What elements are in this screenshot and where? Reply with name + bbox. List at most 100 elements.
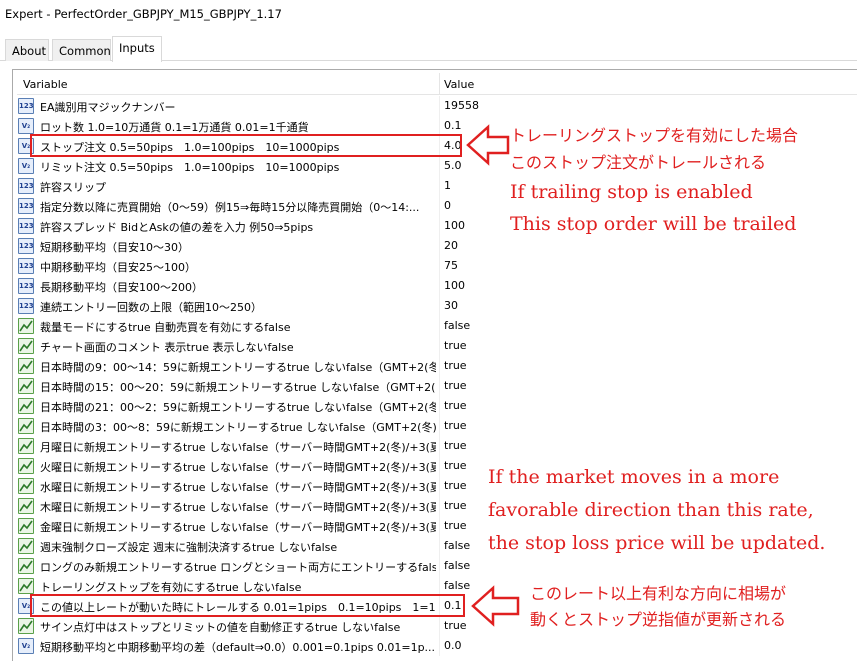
boolean-type-icon xyxy=(18,618,34,634)
variable-value[interactable]: true xyxy=(444,439,467,452)
tab-inputs[interactable]: Inputs xyxy=(112,36,162,62)
boolean-type-icon xyxy=(18,498,34,514)
annotation-text: If trailing stop is enabled xyxy=(510,181,753,203)
variable-name: 火曜日に新規エントリーするtrue しないfalse（サーバー時間GMT+2(冬… xyxy=(40,461,436,474)
highlight-box-stop-order xyxy=(30,134,462,157)
variable-value[interactable]: true xyxy=(444,359,467,372)
variable-value[interactable]: 75 xyxy=(444,259,458,272)
boolean-type-icon xyxy=(18,558,34,574)
annotation-text: 動くとストップ逆指値が更新される xyxy=(530,610,787,629)
boolean-type-icon xyxy=(18,318,34,334)
variable-value[interactable]: true xyxy=(444,499,467,512)
table-header: Variable Value xyxy=(17,73,857,95)
integer-type-icon: 123 xyxy=(18,238,34,254)
variable-value[interactable]: true xyxy=(444,459,467,472)
variable-name: 許容スリップ xyxy=(40,181,106,194)
integer-type-icon: 123 xyxy=(18,178,34,194)
variable-name: ロット数 1.0=10万通貨 0.1=1万通貨 0.01=1千通貨 xyxy=(40,121,309,134)
table-row[interactable]: 123 連続エントリー回数の上限（範囲10〜250） 30 xyxy=(17,296,857,316)
integer-type-icon: 123 xyxy=(18,198,34,214)
table-row[interactable]: 裁量モードにするtrue 自動売買を有効にするfalse false xyxy=(17,316,857,336)
variable-value[interactable]: 100 xyxy=(444,279,465,292)
variable-name: 裁量モードにするtrue 自動売買を有効にするfalse xyxy=(40,321,291,334)
variable-value[interactable]: 0 xyxy=(444,199,451,212)
column-header-value[interactable]: Value xyxy=(444,78,474,91)
variable-value[interactable]: 19558 xyxy=(444,99,479,112)
variable-value[interactable]: false xyxy=(444,579,470,592)
variable-value[interactable]: 0.0 xyxy=(444,639,462,652)
variable-value[interactable]: true xyxy=(444,619,467,632)
integer-type-icon: 123 xyxy=(18,298,34,314)
highlight-box-trail-threshold xyxy=(30,594,465,617)
variable-name: 日本時間の21：00〜2：59に新規エントリーするtrue しないfalse（G… xyxy=(40,401,436,414)
column-header-variable[interactable]: Variable xyxy=(23,78,68,91)
double-type-icon: V₂ xyxy=(18,118,34,134)
table-row[interactable]: 123 短期移動平均（目安10〜30） 20 xyxy=(17,236,857,256)
table-row[interactable]: 日本時間の9：00〜14：59に新規エントリーするtrue しないfalse（G… xyxy=(17,356,857,376)
boolean-type-icon xyxy=(18,378,34,394)
variable-value[interactable]: true xyxy=(444,519,467,532)
integer-type-icon: 123 xyxy=(18,278,34,294)
variable-name: リミット注文 0.5=50pips 1.0=100pips 10=1000pip… xyxy=(40,161,340,174)
variable-value[interactable]: 1 xyxy=(444,179,451,192)
annotation-text: このレート以上有利な方向に相場が xyxy=(530,584,787,603)
table-row[interactable]: ロングのみ新規エントリーするtrue ロングとショート両方にエントリーするfal… xyxy=(17,556,857,576)
annotation-text: This stop order will be trailed xyxy=(510,213,797,235)
table-row[interactable]: 123 長期移動平均（目安100〜200） 100 xyxy=(17,276,857,296)
boolean-type-icon xyxy=(18,458,34,474)
table-row[interactable]: 月曜日に新規エントリーするtrue しないfalse（サーバー時間GMT+2(冬… xyxy=(17,436,857,456)
variable-name: 連続エントリー回数の上限（範囲10〜250） xyxy=(40,301,262,314)
variable-value[interactable]: false xyxy=(444,559,470,572)
variable-value[interactable]: 20 xyxy=(444,239,458,252)
variable-name: トレーリングストップを有効にするtrue しないfalse xyxy=(40,581,302,594)
variable-name: 短期移動平均と中期移動平均の差（default⇒0.0）0.001=0.1pip… xyxy=(40,641,436,654)
table-row[interactable]: 123 EA識別用マジックナンバー 19558 xyxy=(17,96,857,116)
variable-value[interactable]: true xyxy=(444,339,467,352)
table-row[interactable]: V₂ 短期移動平均と中期移動平均の差（default⇒0.0）0.001=0.1p… xyxy=(17,636,857,656)
table-row[interactable]: 日本時間の3：00〜8：59に新規エントリーするtrue しないfalse（GM… xyxy=(17,416,857,436)
tab-bar: About Common Inputs xyxy=(0,36,857,62)
boolean-type-icon xyxy=(18,478,34,494)
variable-name: 短期移動平均（目安10〜30） xyxy=(40,241,189,254)
annotation-text: the stop loss price will be updated. xyxy=(488,532,826,554)
variable-name: 日本時間の3：00〜8：59に新規エントリーするtrue しないfalse（GM… xyxy=(40,421,436,434)
variable-value[interactable]: 30 xyxy=(444,299,458,312)
variable-name: 長期移動平均（目安100〜200） xyxy=(40,281,203,294)
arrow-left-icon xyxy=(466,124,510,166)
variable-name: EA識別用マジックナンバー xyxy=(40,101,176,114)
boolean-type-icon xyxy=(18,438,34,454)
integer-type-icon: 123 xyxy=(18,98,34,114)
variable-value[interactable]: false xyxy=(444,539,470,552)
variable-name: 許容スプレッド BidとAskの値の差を入力 例50⇒5pips xyxy=(40,221,314,234)
tab-common[interactable]: Common xyxy=(52,39,111,61)
table-row[interactable]: 123 中期移動平均（目安25〜100） 75 xyxy=(17,256,857,276)
variable-value[interactable]: 0.1 xyxy=(444,119,462,132)
variable-name: 金曜日に新規エントリーするtrue しないfalse（サーバー時間GMT+2(冬… xyxy=(40,521,436,534)
table-row[interactable]: チャート画面のコメント 表示true 表示しないfalse true xyxy=(17,336,857,356)
double-type-icon: V₂ xyxy=(18,158,34,174)
double-type-icon: V₂ xyxy=(18,638,34,654)
variable-value[interactable]: 5.0 xyxy=(444,159,462,172)
tab-about[interactable]: About xyxy=(5,39,49,61)
variable-value[interactable]: false xyxy=(444,319,470,332)
variable-value[interactable]: true xyxy=(444,379,467,392)
variable-value[interactable]: 100 xyxy=(444,219,465,232)
boolean-type-icon xyxy=(18,398,34,414)
variable-value[interactable]: true xyxy=(444,419,467,432)
variable-name: 指定分数以降に売買開始（0〜59）例15⇒毎時15分以降売買開始（0〜14:..… xyxy=(40,201,420,214)
window-titlebar: Expert - PerfectOrder_GBPJPY_M15_GBPJPY_… xyxy=(0,0,857,30)
boolean-type-icon xyxy=(18,358,34,374)
variable-value[interactable]: true xyxy=(444,399,467,412)
table-row[interactable]: 日本時間の21：00〜2：59に新規エントリーするtrue しないfalse（G… xyxy=(17,396,857,416)
annotation-text: If the market moves in a more xyxy=(488,466,780,488)
variable-name: 週末強制クローズ設定 週末に強制決済するtrue しないfalse xyxy=(40,541,338,554)
boolean-type-icon xyxy=(18,518,34,534)
annotation-text: このストップ注文がトレールされる xyxy=(510,153,767,172)
integer-type-icon: 123 xyxy=(18,218,34,234)
table-row[interactable]: 日本時間の15：00〜20：59に新規エントリーするtrue しないfalse（… xyxy=(17,376,857,396)
variable-name: 木曜日に新規エントリーするtrue しないfalse（サーバー時間GMT+2(冬… xyxy=(40,501,436,514)
variable-value[interactable]: true xyxy=(444,479,467,492)
boolean-type-icon xyxy=(18,538,34,554)
variable-name: サイン点灯中はストップとリミットの値を自動修正するtrue しないfalse xyxy=(40,621,401,634)
arrow-left-icon xyxy=(471,585,520,627)
